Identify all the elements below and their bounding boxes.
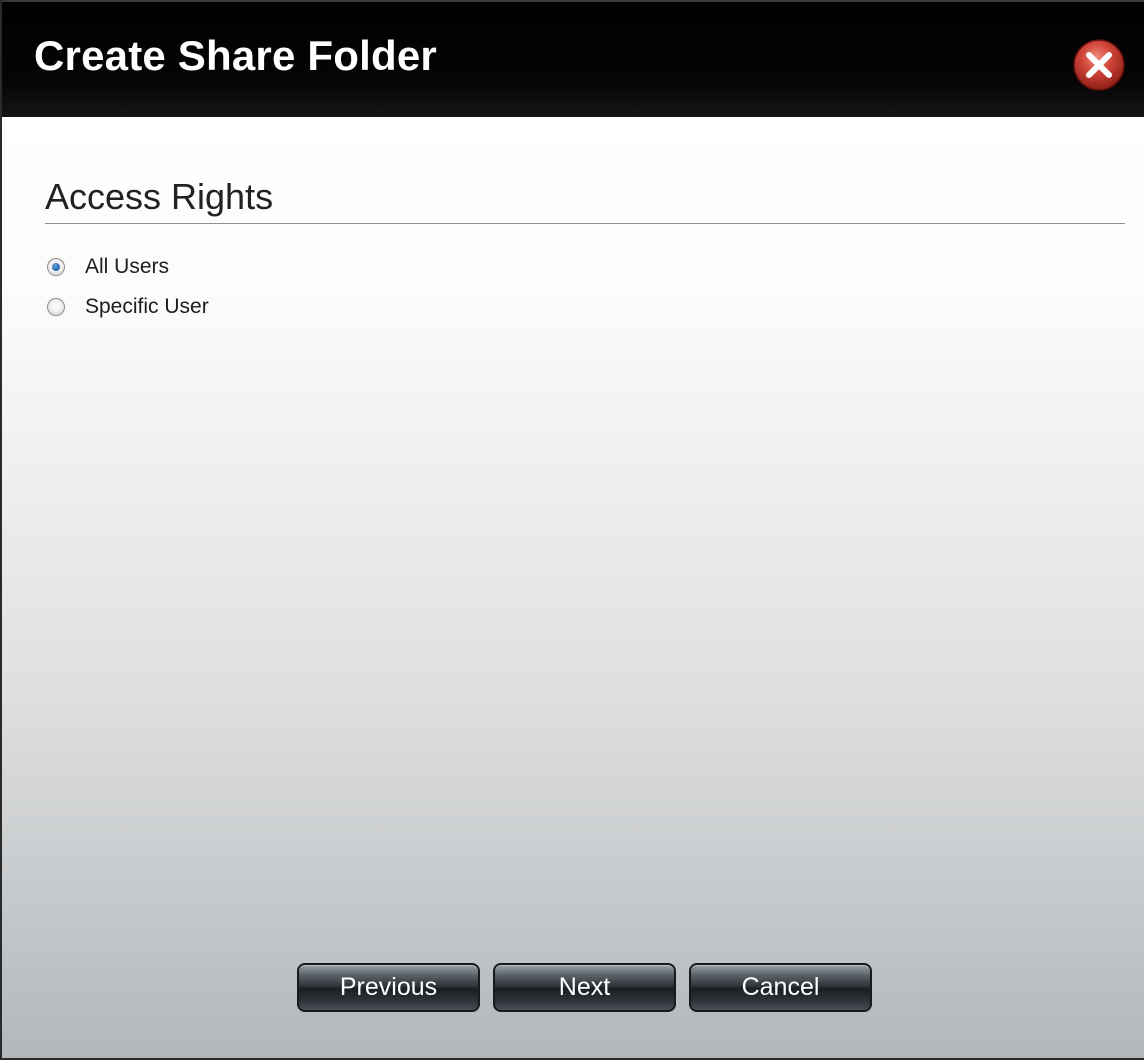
dialog-titlebar: Create Share Folder [2,0,1144,117]
radio-option-specific-user[interactable]: Specific User [47,295,209,319]
close-icon [1073,39,1125,91]
cancel-button[interactable]: Cancel [689,963,872,1012]
create-share-folder-dialog: Create Share Folder Access Rights All Us… [0,0,1144,1060]
all-users-label: All Users [85,255,170,278]
radio-option-all-users[interactable]: All Users [47,255,169,279]
section-divider [45,223,1125,224]
previous-button[interactable]: Previous [297,963,480,1012]
all-users-radio[interactable] [47,258,65,276]
next-button[interactable]: Next [493,963,676,1012]
dialog-title: Create Share Folder [34,32,437,79]
dialog-body: Access Rights All Users Specific User Pr… [2,117,1144,1058]
specific-user-label: Specific User [85,295,209,318]
section-title: Access Rights [45,176,274,217]
cancel-button-label: Cancel [741,973,820,1001]
specific-user-radio[interactable] [47,298,65,316]
close-button[interactable] [1072,38,1126,92]
previous-button-label: Previous [339,973,438,1001]
next-button-label: Next [558,973,611,1001]
button-bar: Previous Next Cancel [297,963,872,1012]
